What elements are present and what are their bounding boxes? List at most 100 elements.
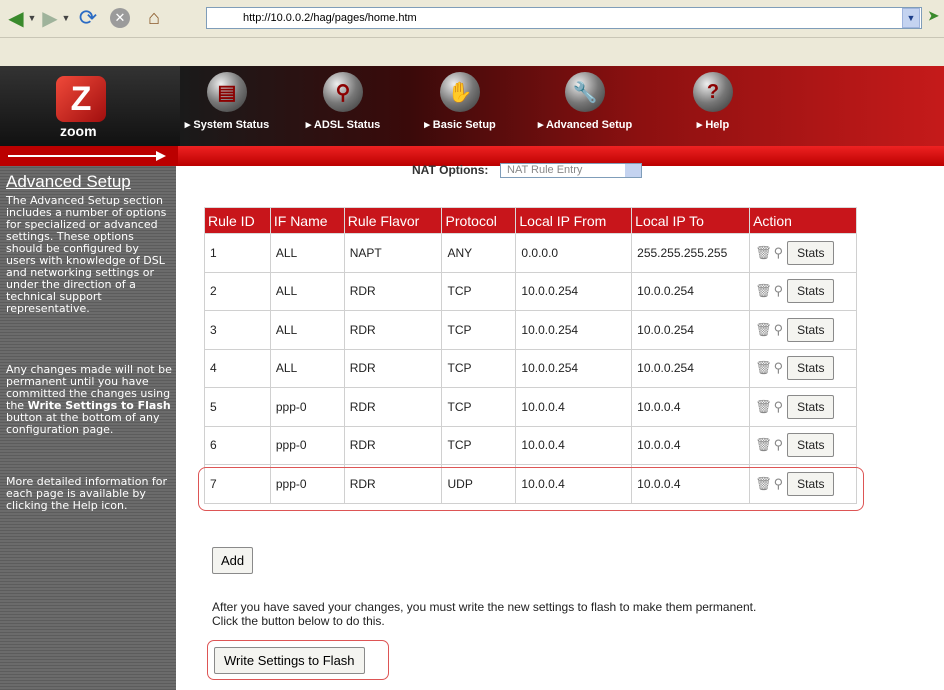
sidebar-title[interactable]: Advanced Setup [6,172,131,192]
table-row: 2 ALL RDR TCP 10.0.0.254 10.0.0.254 🗑 ⚲ St… [204,271,857,311]
header-local-ip-to: Local IP To [631,207,751,234]
trash-icon[interactable]: 🗑 [755,476,772,492]
rule-flavor-cell: RDR [343,310,443,350]
trash-icon[interactable]: 🗑 [755,399,772,415]
if-name-cell: ALL [269,233,345,273]
stats-button[interactable]: Stats [787,433,835,458]
nav-basic-setup[interactable]: ✋ ▸ Basic Setup [405,72,515,146]
ip-from-cell: 10.0.0.254 [515,348,633,388]
rule-flavor-cell: RDR [343,348,443,388]
nav-help[interactable]: ? ▸ Help [658,72,768,146]
action-cell: 🗑 ⚲ Stats [749,387,857,427]
if-name-cell: ALL [269,310,345,350]
if-name-cell: ppp-0 [269,425,345,465]
magnifier-icon[interactable]: ⚲ [774,283,784,299]
stats-button[interactable]: Stats [787,317,835,342]
nav-advanced-setup[interactable]: 🔧 ▸ Advanced Setup [530,72,640,146]
magnifier-icon[interactable]: ⚲ [774,437,784,453]
ip-from-cell: 0.0.0.0 [515,233,633,273]
rule-id-cell: 5 [204,387,271,427]
protocol-cell: ANY [441,233,517,273]
rule-flavor-cell: NAPT [343,233,443,273]
stats-button[interactable]: Stats [787,279,835,304]
browser-toolbar: ◀ ▼ ▶ ▼ ⟳ ✕ ⌂ http://10.0.0.2/hag/pages/… [0,0,944,38]
stats-button[interactable]: Stats [787,356,835,381]
rule-id-cell: 1 [204,233,271,273]
ip-from-cell: 10.0.0.254 [515,271,633,311]
if-name-cell: ALL [269,348,345,388]
back-dropdown-icon[interactable]: ▼ [27,6,37,30]
stats-button[interactable]: Stats [787,240,835,265]
action-cell: 🗑 ⚲ Stats [749,310,857,350]
go-icon[interactable]: ➤ [928,8,939,24]
action-cell: 🗑 ⚲ Stats [749,233,857,273]
browser-toolbar-secondary [0,38,944,66]
ip-to-cell: 255.255.255.255 [631,233,751,273]
question-icon: ? [693,72,733,112]
ip-from-cell: 10.0.0.254 [515,310,633,350]
ip-to-cell: 10.0.0.4 [631,387,751,427]
header-if-name: IF Name [269,207,345,234]
protocol-cell: TCP [441,348,517,388]
header-action: Action [749,207,857,234]
nav-adsl-status[interactable]: ⚲ ▸ ADSL Status [288,72,398,146]
stats-button[interactable]: Stats [787,394,835,419]
header-local-ip-from: Local IP From [515,207,633,234]
refresh-icon[interactable]: ⟳ [76,5,100,30]
trash-icon[interactable]: 🗑 [755,322,772,338]
magnifier-icon[interactable]: ⚲ [774,360,784,376]
rule-id-cell: 4 [204,348,271,388]
forward-dropdown-icon[interactable]: ▼ [61,6,71,30]
rule-flavor-cell: RDR [343,464,443,504]
stats-button[interactable]: Stats [787,471,835,496]
write-settings-button[interactable]: Write Settings to Flash [214,647,365,674]
magnifier-icon[interactable]: ⚲ [774,399,784,415]
if-name-cell: ALL [269,271,345,311]
header-rule-flavor: Rule Flavor [343,207,443,234]
header-rule-id: Rule ID [204,207,271,234]
trash-icon[interactable]: 🗑 [755,283,772,299]
rule-flavor-cell: RDR [343,387,443,427]
forward-arrow-icon[interactable]: ▶ [38,6,62,30]
trash-icon[interactable]: 🗑 [755,437,772,453]
hand-icon: ✋ [440,72,480,112]
home-icon[interactable]: ⌂ [142,6,166,30]
magnifier-icon[interactable]: ⚲ [774,322,784,338]
protocol-cell: TCP [441,310,517,350]
protocol-cell: UDP [441,464,517,504]
trash-icon[interactable]: 🗑 [755,360,772,376]
nat-rule-table: Rule ID IF Name Rule Flavor Protocol Loc… [204,207,857,504]
nav-system-status[interactable]: ▤ ▸ System Status [172,72,282,146]
table-row: 1 ALL NAPT ANY 0.0.0.0 255.255.255.255 🗑… [204,233,857,273]
table-header-row: Rule ID IF Name Rule Flavor Protocol Loc… [204,207,857,234]
ip-to-cell: 10.0.0.254 [631,310,751,350]
zoom-logo: Z zoom [0,66,180,146]
flash-instruction-text: After you have saved your changes, you m… [212,600,757,628]
magnifier-icon[interactable]: ⚲ [774,245,784,261]
magnifier-icon[interactable]: ⚲ [774,476,784,492]
wrench-icon: 🔧 [565,72,605,112]
table-row: 6 ppp-0 RDR TCP 10.0.0.4 10.0.0.4 🗑 ⚲ Stat… [204,425,857,465]
ip-to-cell: 10.0.0.4 [631,425,751,465]
chevron-down-icon[interactable] [625,164,641,177]
rule-id-cell: 6 [204,425,271,465]
stop-icon[interactable]: ✕ [110,8,130,28]
action-cell: 🗑 ⚲ Stats [749,425,857,465]
add-button[interactable]: Add [212,547,254,574]
magnifier-icon: ⚲ [323,72,363,112]
back-arrow-icon[interactable]: ◀ [4,6,28,30]
nat-options-select[interactable]: NAT Rule Entry [500,163,642,178]
action-cell: 🗑 ⚲ Stats [749,464,857,504]
logo-text: zoom [60,123,97,139]
ip-from-cell: 10.0.0.4 [515,425,633,465]
rule-id-cell: 2 [204,271,271,311]
rule-flavor-cell: RDR [343,271,443,311]
address-bar[interactable]: http://10.0.0.2/hag/pages/home.htm [206,7,922,29]
trash-icon[interactable]: 🗑 [755,245,772,261]
document-icon: ▤ [207,72,247,112]
address-dropdown-icon[interactable]: ▼ [902,8,920,28]
ip-from-cell: 10.0.0.4 [515,464,633,504]
rule-id-cell: 3 [204,310,271,350]
action-cell: 🗑 ⚲ Stats [749,348,857,388]
protocol-cell: TCP [441,271,517,311]
